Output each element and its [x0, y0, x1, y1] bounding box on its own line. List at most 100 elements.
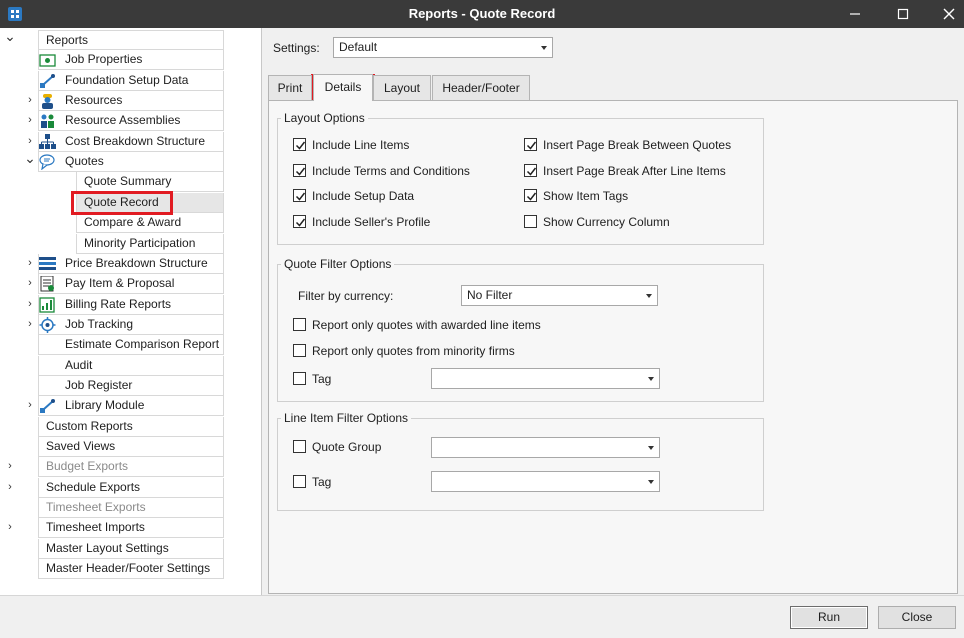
tab-details[interactable]: Details: [313, 74, 373, 101]
chevron-right-icon[interactable]: ›: [24, 254, 36, 274]
checkbox-box[interactable]: [293, 318, 306, 331]
chevron-right-icon[interactable]: ›: [24, 315, 36, 335]
run-button[interactable]: Run: [790, 606, 868, 629]
tab-header-footer[interactable]: Header/Footer: [432, 75, 530, 100]
minimize-button[interactable]: [832, 0, 878, 28]
tree-item-timesheet-exports[interactable]: Timesheet Exports: [38, 498, 224, 518]
tree-item-label: Price Breakdown Structure: [65, 256, 208, 270]
checkbox-box[interactable]: [524, 215, 537, 228]
chevron-right-icon[interactable]: ›: [24, 111, 36, 131]
tree-item-label: Cost Breakdown Structure: [65, 134, 206, 148]
chevron-right-icon[interactable]: ›: [24, 295, 36, 315]
checkmark-icon: [295, 167, 306, 176]
maximize-button[interactable]: [880, 0, 926, 28]
tree-item-label: Job Register: [65, 378, 133, 392]
library-icon: [39, 398, 56, 414]
billing-rate-icon: [39, 297, 56, 313]
tree-item-timesheet-imports[interactable]: Timesheet Imports: [38, 518, 224, 538]
tree-item-resource-assemblies[interactable]: Resource Assemblies: [38, 111, 224, 131]
quotes-icon: [39, 154, 56, 171]
checkbox-box[interactable]: [524, 189, 537, 202]
checkbox-box[interactable]: [524, 164, 537, 177]
chevron-down-icon: [648, 377, 654, 381]
checkbox-box[interactable]: [293, 475, 306, 488]
tree-item-saved-views[interactable]: Saved Views: [38, 437, 224, 457]
title-bar: Reports - Quote Record: [0, 0, 964, 28]
chevron-down-icon[interactable]: ⌄: [24, 151, 36, 172]
close-button[interactable]: Close: [878, 606, 956, 629]
filter-currency-label: Filter by currency:: [298, 289, 394, 303]
checkmark-icon: [295, 141, 306, 150]
tree-item-foundation-setup-data[interactable]: Foundation Setup Data: [38, 71, 224, 91]
tree-item-cost-breakdown-structure[interactable]: Cost Breakdown Structure: [38, 132, 224, 152]
checkbox-box[interactable]: [293, 215, 306, 228]
chevron-right-icon[interactable]: ›: [24, 91, 36, 111]
chevron-down-icon[interactable]: ⌄: [4, 29, 16, 50]
checkbox-label: Report only quotes with awarded line ite…: [312, 318, 541, 332]
tree-item-label: Timesheet Imports: [46, 520, 145, 534]
chevron-right-icon[interactable]: ›: [4, 518, 16, 538]
tab-layout[interactable]: Layout: [373, 75, 431, 100]
tree-item-job-tracking[interactable]: Job Tracking: [38, 315, 224, 335]
tree-item-label: Resources: [65, 93, 123, 107]
tree-item-library-module[interactable]: Library Module: [38, 396, 224, 416]
tree-item-label: Schedule Exports: [46, 480, 141, 494]
chevron-down-icon: [646, 294, 652, 298]
chevron-down-icon: [648, 446, 654, 450]
line-item-filter-group: [277, 418, 764, 511]
tree-item-price-breakdown-structure[interactable]: Price Breakdown Structure: [38, 254, 224, 274]
job-tracking-icon: [39, 317, 56, 333]
tree-item-reports[interactable]: Reports: [38, 30, 224, 50]
currency-filter-value: No Filter: [467, 288, 513, 302]
chevron-down-icon: [541, 46, 547, 50]
tree-item-audit[interactable]: Audit: [38, 356, 224, 376]
tree-item-quotes[interactable]: Quotes: [38, 152, 224, 172]
tree-item-job-register[interactable]: Job Register: [38, 376, 224, 396]
tree-item-label: Audit: [65, 358, 93, 372]
checkbox-label: Include Seller's Profile: [312, 215, 431, 229]
tree-item-master-layout-settings[interactable]: Master Layout Settings: [38, 539, 224, 559]
checkbox-box[interactable]: [524, 138, 537, 151]
quote-tag-dropdown[interactable]: [431, 368, 660, 389]
tree-item-label: Saved Views: [46, 439, 116, 453]
checkbox-box[interactable]: [293, 138, 306, 151]
quote-group-dropdown[interactable]: [431, 437, 660, 458]
checkbox-label: Show Currency Column: [543, 215, 670, 229]
checkbox-box[interactable]: [293, 372, 306, 385]
tree-item-master-header-footer-settings[interactable]: Master Header/Footer Settings: [38, 559, 224, 579]
tree-item-estimate-comparison-report[interactable]: Estimate Comparison Report: [38, 335, 224, 355]
report-tree: Reports ⌄ Job Properties Foundation Setup D…: [0, 28, 262, 595]
line-item-tag-dropdown[interactable]: [431, 471, 660, 492]
checkbox-box[interactable]: [293, 344, 306, 357]
chevron-right-icon[interactable]: ›: [4, 478, 16, 498]
checkbox-label: Report only quotes from minority firms: [312, 344, 515, 358]
tree-item-quote-record[interactable]: Quote Record: [76, 193, 224, 213]
checkbox-box[interactable]: [293, 164, 306, 177]
tree-item-resources[interactable]: Resources: [38, 91, 224, 111]
chevron-right-icon[interactable]: ›: [24, 396, 36, 416]
tree-item-label: Pay Item & Proposal: [65, 276, 175, 290]
checkbox-label: Show Item Tags: [543, 189, 629, 203]
chevron-right-icon[interactable]: ›: [24, 274, 36, 294]
resource-assemblies-icon: [39, 113, 56, 129]
tree-item-custom-reports[interactable]: Custom Reports: [38, 417, 224, 437]
tree-item-label: Estimate Comparison Report: [65, 337, 220, 351]
chevron-right-icon[interactable]: ›: [4, 457, 16, 477]
tree-item-pay-item-proposal[interactable]: Pay Item & Proposal: [38, 274, 224, 294]
tree-item-schedule-exports[interactable]: Schedule Exports: [38, 478, 224, 498]
settings-dropdown[interactable]: Default: [333, 37, 553, 58]
tree-item-job-properties[interactable]: Job Properties: [38, 50, 224, 70]
foundation-icon: [39, 73, 56, 89]
tree-item-budget-exports[interactable]: Budget Exports: [38, 457, 224, 477]
chevron-right-icon[interactable]: ›: [24, 132, 36, 152]
settings-label: Settings:: [273, 41, 320, 55]
checkbox-box[interactable]: [293, 440, 306, 453]
tab-print[interactable]: Print: [268, 75, 312, 100]
checkbox-box[interactable]: [293, 189, 306, 202]
tree-item-billing-rate-reports[interactable]: Billing Rate Reports: [38, 295, 224, 315]
close-window-button[interactable]: [926, 0, 964, 28]
tree-item-minority-participation[interactable]: Minority Participation: [76, 234, 224, 254]
currency-filter-dropdown[interactable]: No Filter: [461, 285, 658, 306]
tree-item-quote-summary[interactable]: Quote Summary: [76, 172, 224, 192]
tree-item-compare-award[interactable]: Compare & Award: [76, 213, 224, 233]
